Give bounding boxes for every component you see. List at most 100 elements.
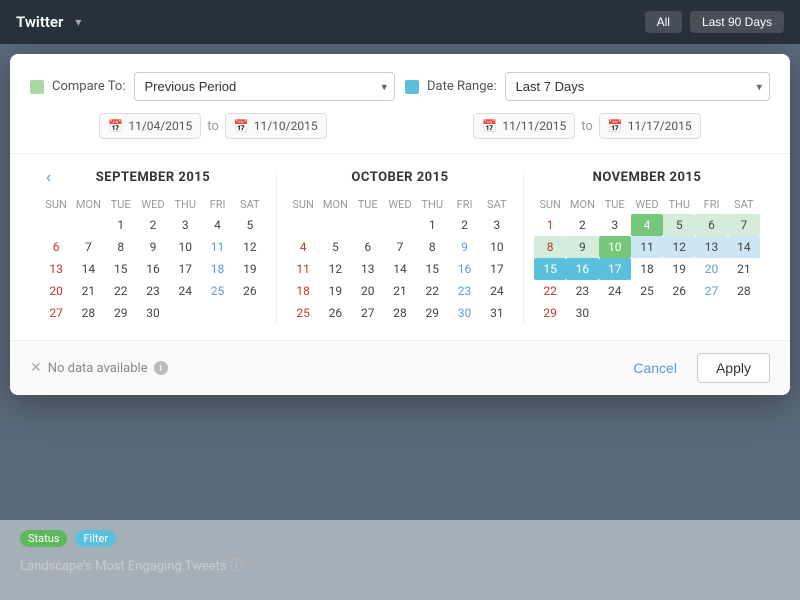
calendar-day[interactable]: 5 xyxy=(234,214,266,236)
calendar-day[interactable]: 3 xyxy=(599,214,631,236)
calendar-day[interactable]: 29 xyxy=(105,302,137,324)
calendar-day[interactable]: 8 xyxy=(416,236,448,258)
calendar-day[interactable]: 19 xyxy=(663,258,695,280)
right-to-date[interactable]: 📅 11/17/2015 xyxy=(599,113,701,139)
calendar-day[interactable]: 30 xyxy=(448,302,480,324)
right-from-date[interactable]: 📅 11/11/2015 xyxy=(473,113,575,139)
calendar-day[interactable]: 23 xyxy=(448,280,480,302)
info-icon[interactable]: i xyxy=(154,361,168,375)
calendar-day[interactable]: 20 xyxy=(352,280,384,302)
calendar-day[interactable]: 9 xyxy=(137,236,169,258)
calendar-day[interactable]: 10 xyxy=(169,236,201,258)
calendar-day[interactable]: 14 xyxy=(728,236,760,258)
calendar-day[interactable]: 19 xyxy=(319,280,351,302)
apply-button[interactable]: Apply xyxy=(697,353,770,383)
calendar-day[interactable]: 18 xyxy=(631,258,663,280)
calendar-day[interactable]: 10 xyxy=(599,236,631,258)
calendar-day[interactable]: 29 xyxy=(416,302,448,324)
calendar-day[interactable]: 14 xyxy=(72,258,104,280)
calendar-day[interactable]: 11 xyxy=(201,236,233,258)
calendar-day[interactable]: 13 xyxy=(352,258,384,280)
calendar-day[interactable]: 2 xyxy=(566,214,598,236)
calendar-day[interactable]: 1 xyxy=(534,214,566,236)
calendar-day[interactable]: 27 xyxy=(695,280,727,302)
calendar-day[interactable]: 7 xyxy=(728,214,760,236)
calendar-day[interactable]: 22 xyxy=(534,280,566,302)
calendar-day[interactable]: 24 xyxy=(599,280,631,302)
calendar-day[interactable]: 14 xyxy=(384,258,416,280)
calendar-day[interactable]: 25 xyxy=(201,280,233,302)
calendar-day[interactable]: 23 xyxy=(137,280,169,302)
calendar-day[interactable]: 7 xyxy=(72,236,104,258)
calendar-day[interactable]: 27 xyxy=(40,302,72,324)
calendar-day[interactable]: 30 xyxy=(137,302,169,324)
calendar-day[interactable]: 30 xyxy=(566,302,598,324)
calendar-day[interactable]: 11 xyxy=(287,258,319,280)
date-range-select[interactable]: Last 7 Days Last 30 Days Last 90 Days Cu… xyxy=(505,72,770,101)
calendar-day[interactable]: 3 xyxy=(481,214,513,236)
calendar-day[interactable]: 21 xyxy=(72,280,104,302)
calendar-day[interactable]: 21 xyxy=(384,280,416,302)
calendar-day[interactable]: 17 xyxy=(599,258,631,280)
calendar-day[interactable]: 21 xyxy=(728,258,760,280)
calendar-day[interactable]: 19 xyxy=(234,258,266,280)
calendar-day[interactable]: 22 xyxy=(416,280,448,302)
calendar-day[interactable]: 13 xyxy=(40,258,72,280)
cancel-button[interactable]: Cancel xyxy=(621,353,689,383)
calendar-day[interactable]: 18 xyxy=(201,258,233,280)
calendar-day[interactable]: 12 xyxy=(663,236,695,258)
calendar-day[interactable]: 1 xyxy=(416,214,448,236)
calendar-day[interactable]: 28 xyxy=(728,280,760,302)
calendar-day[interactable]: 17 xyxy=(481,258,513,280)
calendar-day[interactable]: 29 xyxy=(534,302,566,324)
calendar-day[interactable]: 7 xyxy=(384,236,416,258)
compare-to-select[interactable]: Previous Period Previous Year No Compari… xyxy=(134,72,396,101)
calendar-day[interactable]: 25 xyxy=(631,280,663,302)
calendar-day[interactable]: 25 xyxy=(287,302,319,324)
calendar-day[interactable]: 1 xyxy=(105,214,137,236)
calendar-day[interactable]: 20 xyxy=(40,280,72,302)
calendar-day[interactable]: 2 xyxy=(137,214,169,236)
calendar-day[interactable]: 4 xyxy=(631,214,663,236)
calendar-day[interactable]: 20 xyxy=(695,258,727,280)
calendar-day[interactable]: 6 xyxy=(352,236,384,258)
calendar-day[interactable]: 8 xyxy=(105,236,137,258)
calendar-day[interactable]: 24 xyxy=(481,280,513,302)
prev-month-button[interactable]: ‹ xyxy=(40,167,57,189)
calendar-day[interactable]: 6 xyxy=(695,214,727,236)
calendar-day[interactable]: 9 xyxy=(448,236,480,258)
calendar-day[interactable]: 4 xyxy=(201,214,233,236)
calendar-day[interactable]: 12 xyxy=(234,236,266,258)
calendar-day[interactable]: 27 xyxy=(352,302,384,324)
left-to-date[interactable]: 📅 11/10/2015 xyxy=(225,113,327,139)
all-button[interactable]: All xyxy=(645,11,682,33)
calendar-day[interactable]: 8 xyxy=(534,236,566,258)
calendar-day[interactable]: 26 xyxy=(234,280,266,302)
calendar-day[interactable]: 22 xyxy=(105,280,137,302)
calendar-day[interactable]: 13 xyxy=(695,236,727,258)
calendar-day[interactable]: 10 xyxy=(481,236,513,258)
calendar-day[interactable]: 16 xyxy=(448,258,480,280)
calendar-day[interactable]: 4 xyxy=(287,236,319,258)
calendar-day[interactable]: 11 xyxy=(631,236,663,258)
calendar-day[interactable]: 15 xyxy=(534,258,566,280)
calendar-day[interactable]: 23 xyxy=(566,280,598,302)
calendar-day[interactable]: 9 xyxy=(566,236,598,258)
calendar-day[interactable]: 5 xyxy=(663,214,695,236)
calendar-day[interactable]: 16 xyxy=(566,258,598,280)
calendar-day[interactable]: 12 xyxy=(319,258,351,280)
calendar-day[interactable]: 6 xyxy=(40,236,72,258)
left-from-date[interactable]: 📅 11/04/2015 xyxy=(99,113,201,139)
calendar-day[interactable]: 5 xyxy=(319,236,351,258)
calendar-day[interactable]: 17 xyxy=(169,258,201,280)
calendar-day[interactable]: 2 xyxy=(448,214,480,236)
calendar-day[interactable]: 28 xyxy=(72,302,104,324)
calendar-day[interactable]: 26 xyxy=(663,280,695,302)
calendar-day[interactable]: 31 xyxy=(481,302,513,324)
calendar-day[interactable]: 16 xyxy=(137,258,169,280)
calendar-day[interactable]: 15 xyxy=(416,258,448,280)
calendar-day[interactable]: 24 xyxy=(169,280,201,302)
calendar-day[interactable]: 3 xyxy=(169,214,201,236)
calendar-day[interactable]: 15 xyxy=(105,258,137,280)
calendar-day[interactable]: 26 xyxy=(319,302,351,324)
